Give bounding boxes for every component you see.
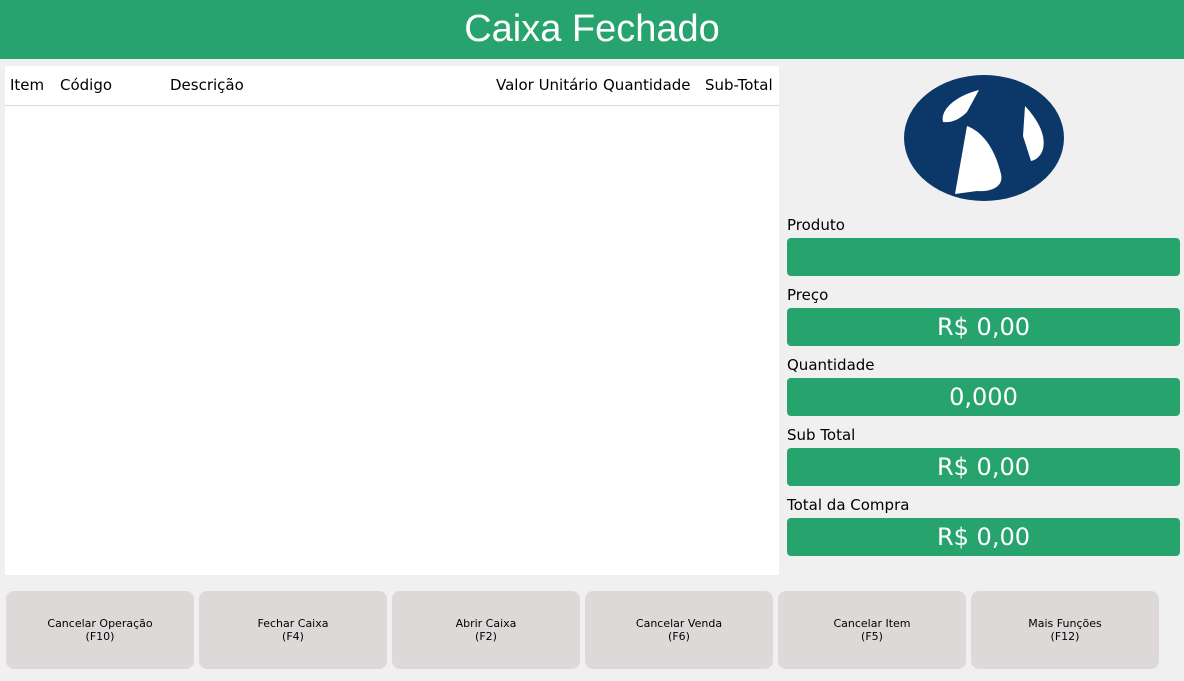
quantidade-label: Quantidade: [787, 356, 875, 374]
quantidade-field[interactable]: 0,000: [787, 378, 1180, 416]
preco-value: R$ 0,00: [936, 313, 1030, 341]
mais-funcoes-button[interactable]: Mais Funções (F12): [971, 591, 1159, 669]
column-header-codigo[interactable]: Código: [60, 76, 112, 94]
button-label: Cancelar Operação: [47, 617, 153, 630]
button-shortcut: (F10): [85, 630, 115, 643]
button-shortcut: (F12): [1050, 630, 1080, 643]
button-label: Mais Funções: [1028, 617, 1102, 630]
button-shortcut: (F5): [861, 630, 883, 643]
cancelar-operacao-button[interactable]: Cancelar Operação (F10): [6, 591, 194, 669]
sub-total-value: R$ 0,00: [936, 453, 1030, 481]
total-compra-label: Total da Compra: [787, 496, 910, 514]
fechar-caixa-button[interactable]: Fechar Caixa (F4): [199, 591, 387, 669]
button-shortcut: (F2): [475, 630, 497, 643]
produto-label: Produto: [787, 216, 845, 234]
produto-field[interactable]: [787, 238, 1180, 276]
sub-total-field[interactable]: R$ 0,00: [787, 448, 1180, 486]
page-title: Caixa Fechado: [464, 8, 720, 50]
button-shortcut: (F4): [282, 630, 304, 643]
column-header-sub-total[interactable]: Sub-Total: [705, 76, 773, 94]
column-header-quantidade[interactable]: Quantidade: [603, 76, 691, 94]
total-compra-value: R$ 0,00: [936, 523, 1030, 551]
cancelar-venda-button[interactable]: Cancelar Venda (F6): [585, 591, 773, 669]
sub-total-label: Sub Total: [787, 426, 856, 444]
table-header: Item Código Descrição Valor Unitário Qua…: [5, 66, 779, 106]
items-table[interactable]: Item Código Descrição Valor Unitário Qua…: [5, 66, 779, 575]
company-logo-icon: [903, 74, 1065, 202]
cancelar-item-button[interactable]: Cancelar Item (F5): [778, 591, 966, 669]
column-header-valor-unitario[interactable]: Valor Unitário: [496, 76, 598, 94]
quantidade-value: 0,000: [949, 383, 1018, 411]
button-label: Fechar Caixa: [257, 617, 329, 630]
preco-field[interactable]: R$ 0,00: [787, 308, 1180, 346]
header-bar: Caixa Fechado: [0, 0, 1184, 59]
column-header-descricao[interactable]: Descrição: [170, 76, 244, 94]
button-shortcut: (F6): [668, 630, 690, 643]
column-header-item[interactable]: Item: [10, 76, 44, 94]
button-label: Cancelar Venda: [635, 617, 723, 630]
total-compra-field[interactable]: R$ 0,00: [787, 518, 1180, 556]
button-label: Cancelar Item: [833, 617, 911, 630]
abrir-caixa-button[interactable]: Abrir Caixa (F2): [392, 591, 580, 669]
preco-label: Preço: [787, 286, 829, 304]
button-label: Abrir Caixa: [455, 617, 517, 630]
